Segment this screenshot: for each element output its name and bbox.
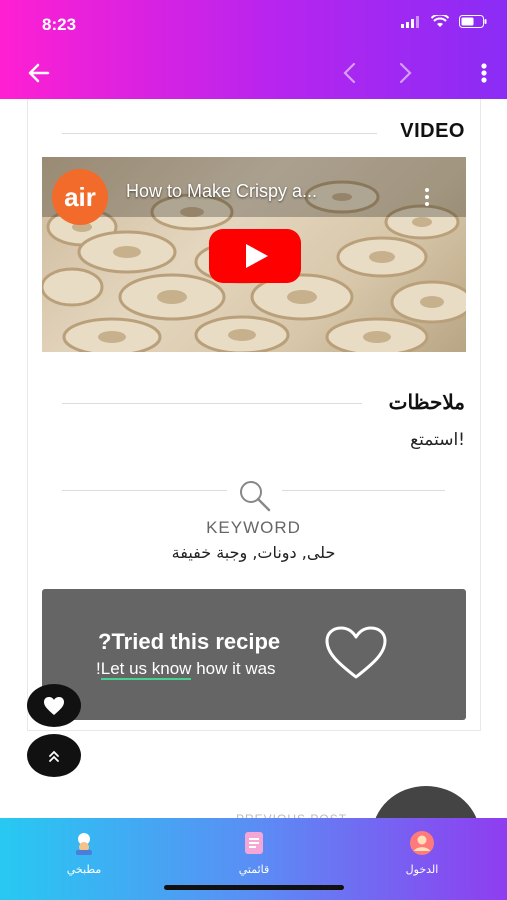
signal-icon	[401, 15, 419, 28]
video-menu-icon[interactable]	[424, 187, 430, 207]
play-button-icon[interactable]	[209, 229, 301, 283]
notes-section-header: ملاحظات	[62, 370, 465, 414]
tab-my-kitchen[interactable]: مطبخي	[44, 830, 124, 876]
back-arrow-icon[interactable]	[24, 58, 54, 88]
tried-suffix: how it was	[191, 659, 276, 678]
channel-logo[interactable]: air	[52, 169, 108, 225]
keyword-block: KEYWORD حلى, دونات, وجبة خفيفة	[62, 475, 445, 570]
search-icon	[240, 481, 271, 512]
divider-line	[62, 133, 377, 134]
tab-login[interactable]: الدخول	[382, 830, 462, 876]
scroll-to-top-button[interactable]	[27, 734, 81, 777]
tried-recipe-title: ?Tried this recipe	[98, 629, 281, 654]
keyword-value: حلى, دونات, وجبة خفيفة	[171, 543, 336, 562]
notes-text: استمتع!	[410, 430, 465, 450]
double-chevron-up-icon	[49, 750, 59, 762]
status-icons	[401, 15, 487, 28]
video-section-header: VIDEO	[62, 100, 465, 142]
heart-icon	[44, 696, 64, 715]
video-player[interactable]: air How to Make Crispy a...	[42, 157, 466, 352]
notes-section-title: ملاحظات	[388, 392, 465, 414]
more-options-icon[interactable]	[474, 58, 494, 88]
tab-my-list[interactable]: قائمتي	[214, 830, 294, 876]
wifi-icon	[431, 15, 449, 27]
video-title[interactable]: How to Make Crispy a...	[126, 181, 317, 202]
tried-recipe-subtitle: !Let us know how it was	[96, 659, 276, 680]
heart-outline-icon	[325, 626, 387, 679]
tab-label: الدخول	[405, 863, 439, 876]
app-header: 8:23	[0, 0, 507, 99]
list-icon	[245, 832, 263, 854]
home-indicator[interactable]	[164, 885, 344, 890]
divider-line	[62, 490, 227, 491]
chef-icon	[76, 833, 92, 855]
status-time: 8:23	[42, 15, 77, 34]
favorite-button[interactable]	[27, 684, 81, 727]
tried-recipe-box: ?Tried this recipe !Let us know how it w…	[42, 589, 466, 720]
video-section-title: VIDEO	[400, 120, 465, 142]
divider-line	[282, 490, 445, 491]
divider-line	[62, 403, 362, 404]
let-us-know-link[interactable]: Let us know	[100, 659, 192, 680]
keyword-label: KEYWORD	[206, 518, 301, 537]
chevron-right-icon[interactable]	[393, 58, 417, 88]
login-icon	[410, 831, 434, 855]
chevron-left-icon[interactable]	[338, 58, 362, 88]
tab-label: مطبخي	[66, 863, 102, 876]
battery-icon	[459, 15, 487, 28]
tab-label: قائمتي	[238, 863, 270, 876]
